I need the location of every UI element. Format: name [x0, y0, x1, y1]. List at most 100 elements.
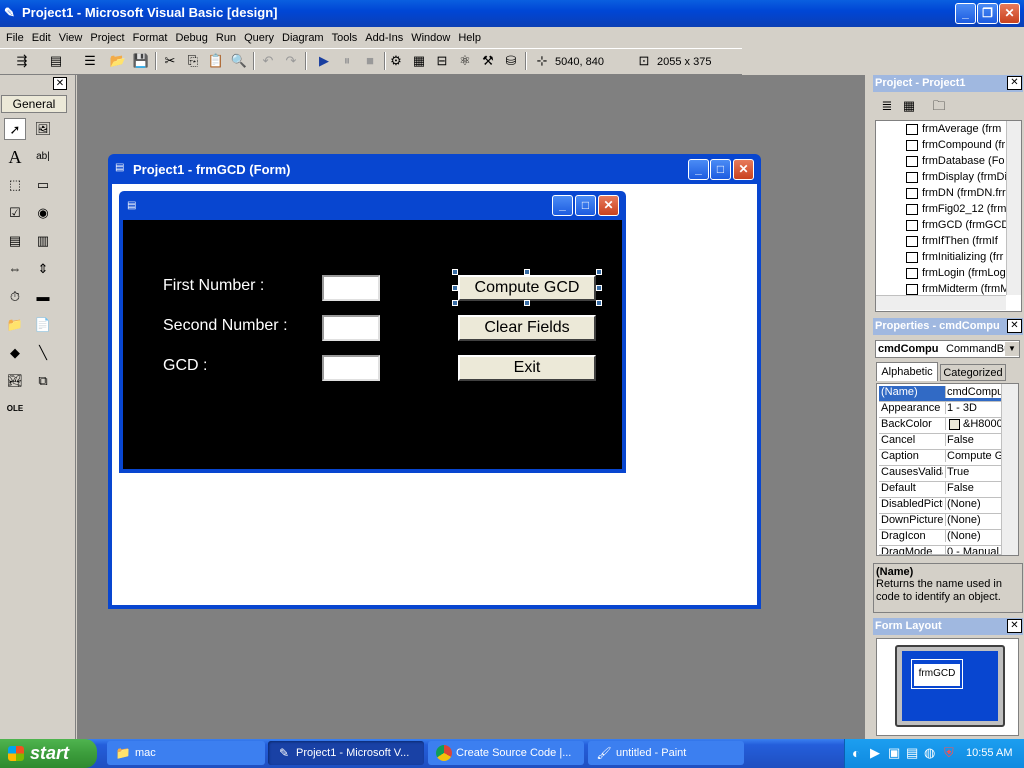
first-number-textbox[interactable] — [322, 275, 380, 301]
form-layout-title-bar[interactable]: Form Layout — [873, 618, 1023, 635]
tray-audio-icon[interactable]: ◍ — [924, 745, 935, 761]
copy-icon[interactable]: ⎘ — [183, 51, 203, 71]
menu-file[interactable]: File — [2, 28, 28, 48]
object-selector[interactable]: cmdCompu CommandBu ▼ — [875, 340, 1020, 358]
tray-clock[interactable]: 10:55 AM — [966, 747, 1012, 759]
tab-alphabetic[interactable]: Alphabetic — [876, 362, 938, 381]
toggle-folders-icon[interactable]: 🗀 — [929, 96, 949, 116]
properties-window-icon[interactable]: ▦ — [409, 51, 429, 71]
taskbar-item-chrome[interactable]: Create Source Code |... — [428, 741, 584, 765]
property-row[interactable]: Cancel False — [879, 434, 1001, 450]
start-button[interactable]: start — [0, 739, 97, 768]
add-project-icon[interactable]: ⇶ — [12, 51, 32, 71]
data-tool-icon[interactable]: ⧉ — [32, 370, 54, 392]
picturebox-tool-icon[interactable]: 🖼 — [32, 118, 54, 140]
restore-button[interactable]: ❐ — [977, 3, 998, 24]
taskbar-item-mac[interactable]: 📁 mac — [107, 741, 265, 765]
pointer-tool-icon[interactable]: ➚ — [4, 118, 26, 140]
menu-editor-icon[interactable]: ☰ — [80, 51, 100, 71]
timer-tool-icon[interactable]: ⏱ — [4, 286, 26, 308]
object-browser-icon[interactable]: ⚛ — [455, 51, 475, 71]
tree-item[interactable]: frmInitializing (frr — [906, 251, 1006, 267]
menu-query[interactable]: Query — [240, 28, 278, 48]
tree-item[interactable]: frmAverage (frm — [906, 123, 1006, 139]
property-row[interactable]: CausesValida True — [879, 466, 1001, 482]
toolbox-close-icon[interactable]: ✕ — [53, 77, 67, 90]
project-close-icon[interactable]: ✕ — [1007, 76, 1022, 90]
properties-close-icon[interactable]: ✕ — [1007, 319, 1022, 333]
frmgcd-close-button[interactable]: ✕ — [598, 195, 619, 216]
property-row[interactable]: DisabledPictu (None) — [879, 498, 1001, 514]
property-row[interactable]: Default False — [879, 482, 1001, 498]
menu-window[interactable]: Window — [407, 28, 454, 48]
hscrollbar-tool-icon[interactable]: ⇔ — [4, 258, 26, 280]
tab-categorized[interactable]: Categorized — [940, 364, 1006, 381]
properties-vscrollbar[interactable] — [1001, 384, 1018, 555]
tray-network-icon[interactable]: ◐ — [852, 745, 860, 761]
tree-item[interactable]: frmCompound (fr — [906, 139, 1006, 155]
toolbox-tab-general[interactable]: General — [1, 95, 67, 113]
view-code-icon[interactable]: ≣ — [877, 96, 897, 116]
data-view-icon[interactable]: ⛁ — [501, 51, 521, 71]
tree-item[interactable]: frmMidterm (frmM — [906, 283, 1006, 295]
designer-maximize-button[interactable]: □ — [710, 159, 731, 180]
designer-title-bar[interactable]: ▤ Project1 - frmGCD (Form) _ □ ✕ — [108, 154, 761, 184]
cut-icon[interactable]: ✂ — [160, 51, 180, 71]
label-tool-icon[interactable]: A — [4, 146, 26, 168]
menu-tools[interactable]: Tools — [328, 28, 362, 48]
menu-edit[interactable]: Edit — [28, 28, 55, 48]
chevron-down-icon[interactable]: ▼ — [1005, 342, 1019, 356]
property-row[interactable]: DownPicture (None) — [879, 514, 1001, 530]
paste-icon[interactable]: 📋 — [206, 51, 226, 71]
add-form-icon[interactable]: ▤ — [46, 51, 66, 71]
tree-item[interactable]: frmFig02_12 (frm — [906, 203, 1006, 219]
designer-minimize-button[interactable]: _ — [688, 159, 709, 180]
dirlistbox-tool-icon[interactable]: 📁 — [4, 314, 26, 336]
project-hscrollbar[interactable] — [876, 295, 1006, 310]
app-title-bar[interactable]: ✎ Project1 - Microsoft Visual Basic [des… — [0, 0, 1024, 27]
tree-item[interactable]: frmDisplay (frmDi — [906, 171, 1006, 187]
clear-fields-button[interactable]: Clear Fields — [458, 315, 596, 341]
ole-tool-icon[interactable]: OLE — [4, 398, 26, 420]
undo-icon[interactable]: ↶ — [258, 51, 278, 71]
gcd-textbox[interactable] — [322, 355, 380, 381]
close-button[interactable]: ✕ — [999, 3, 1020, 24]
tray-monitor-icon[interactable]: ▤ — [906, 745, 918, 761]
shape-tool-icon[interactable]: ◆ — [4, 342, 26, 364]
exit-button[interactable]: Exit — [458, 355, 596, 381]
selection-handle[interactable] — [524, 269, 530, 275]
combobox-tool-icon[interactable]: ▤ — [4, 230, 26, 252]
selection-handle[interactable] — [524, 300, 530, 306]
menu-project[interactable]: Project — [86, 28, 128, 48]
tree-item[interactable]: frmDatabase (Fo — [906, 155, 1006, 171]
selection-handle[interactable] — [452, 269, 458, 275]
menu-view[interactable]: View — [55, 28, 87, 48]
property-row[interactable]: Appearance 1 - 3D — [879, 402, 1001, 418]
view-object-icon[interactable]: ▦ — [899, 96, 919, 116]
break-icon[interactable]: ⏸ — [337, 51, 357, 71]
line-tool-icon[interactable]: ╲ — [32, 342, 54, 364]
project-vscrollbar[interactable] — [1006, 121, 1021, 295]
tray-media-icon[interactable]: ▶ — [870, 745, 880, 761]
second-number-textbox[interactable] — [322, 315, 380, 341]
frame-tool-icon[interactable]: ⬚ — [4, 174, 26, 196]
menu-help[interactable]: Help — [454, 28, 485, 48]
find-icon[interactable]: 🔍 — [229, 51, 249, 71]
textbox-tool-icon[interactable]: ab| — [32, 146, 54, 168]
optionbutton-tool-icon[interactable]: ◉ — [32, 202, 54, 224]
tree-item[interactable]: frmLogin (frmLog — [906, 267, 1006, 283]
form-layout-icon[interactable]: ⊟ — [432, 51, 452, 71]
property-row[interactable]: DragIcon (None) — [879, 530, 1001, 546]
tray-shield-icon[interactable]: ⛨ — [944, 745, 954, 761]
menu-debug[interactable]: Debug — [171, 28, 211, 48]
commandbutton-tool-icon[interactable]: ▭ — [32, 174, 54, 196]
tree-item[interactable]: frmIfThen (frmIf — [906, 235, 1006, 251]
project-explorer-icon[interactable]: ⚙ — [386, 51, 406, 71]
compute-gcd-button[interactable]: Compute GCD — [458, 275, 596, 301]
taskbar-item-vb[interactable]: ✎ Project1 - Microsoft V... — [268, 741, 424, 765]
project-title-bar[interactable]: Project - Project1 — [873, 75, 1023, 92]
property-row[interactable]: (Name) cmdCompu — [879, 386, 1001, 402]
start-icon[interactable]: ▶ — [314, 51, 334, 71]
tray-display-icon[interactable]: ▣ — [888, 745, 900, 761]
selection-handle[interactable] — [596, 285, 602, 291]
